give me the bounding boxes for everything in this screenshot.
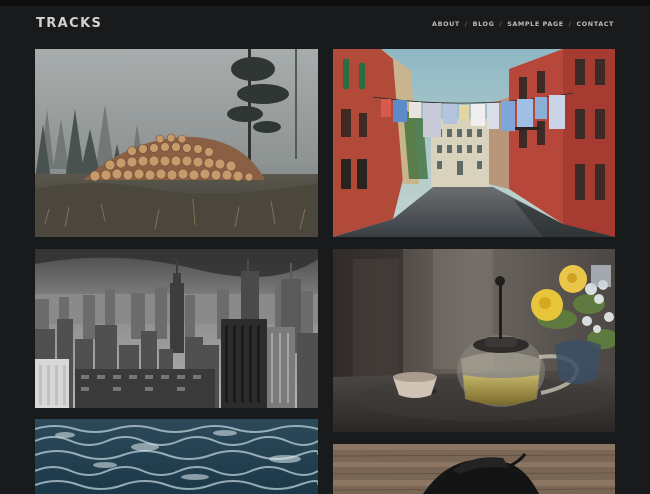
nav-link-about[interactable]: ABOUT bbox=[432, 20, 460, 28]
nav-separator: / bbox=[568, 20, 572, 28]
gallery-tile-city[interactable] bbox=[35, 249, 318, 408]
site-header: TRACKS ABOUT / BLOG / SAMPLE PAGE / CONT… bbox=[0, 6, 650, 40]
black-hat-on-wood-photo bbox=[333, 444, 615, 494]
foggy-forest-log-pile-photo bbox=[35, 49, 318, 237]
italian-street-laundry-photo bbox=[333, 49, 615, 237]
city-skyline-black-white-photo bbox=[35, 249, 318, 408]
teapot-and-flowers-photo bbox=[333, 249, 615, 432]
nav-link-contact[interactable]: CONTACT bbox=[576, 20, 614, 28]
gallery-tile-tea[interactable] bbox=[333, 249, 615, 432]
ocean-waves-photo bbox=[35, 419, 318, 494]
nav-link-blog[interactable]: BLOG bbox=[473, 20, 495, 28]
nav-separator: / bbox=[464, 20, 468, 28]
gallery-tile-forest[interactable] bbox=[35, 49, 318, 237]
site-title[interactable]: TRACKS bbox=[36, 16, 102, 31]
nav-separator: / bbox=[499, 20, 503, 28]
gallery-tile-street[interactable] bbox=[333, 49, 615, 237]
main-nav: ABOUT / BLOG / SAMPLE PAGE / CONTACT bbox=[432, 20, 614, 28]
gallery-tile-hat[interactable] bbox=[333, 444, 615, 494]
nav-link-sample-page[interactable]: SAMPLE PAGE bbox=[507, 20, 564, 28]
gallery-tile-waves[interactable] bbox=[35, 419, 318, 494]
